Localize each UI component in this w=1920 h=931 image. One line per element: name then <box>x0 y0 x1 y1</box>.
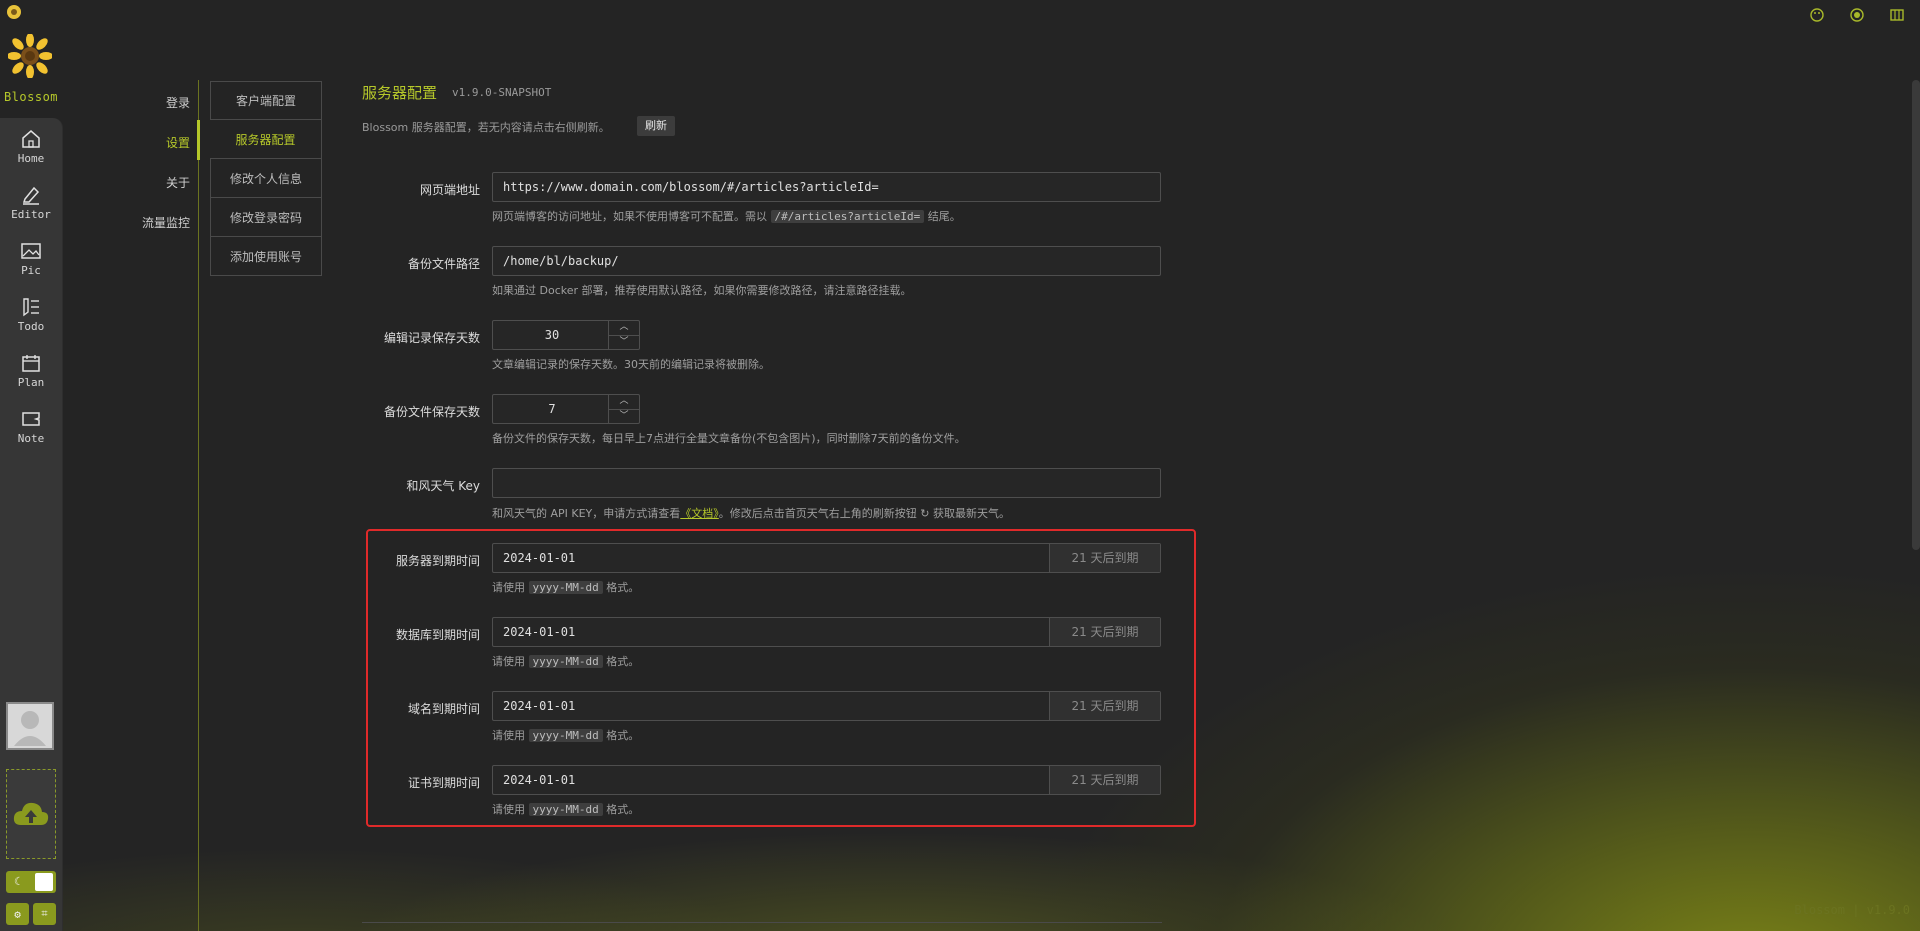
field-label: 备份文件保存天数 <box>383 405 480 419</box>
refresh-button[interactable]: 刷新 <box>637 116 675 136</box>
todo-icon <box>23 298 39 317</box>
avatar[interactable] <box>6 702 54 750</box>
stepper-down-icon[interactable]: ﹀ <box>609 336 639 350</box>
app-logo-small <box>6 4 22 20</box>
field-hint: 备份文件的保存天数，每日早上7点进行全量文章备份(不包含图片)，同时删除7天前的… <box>492 432 966 445</box>
page-version: v1.9.0-SNAPSHOT <box>452 86 552 99</box>
moon-icon: ☾ <box>14 875 21 888</box>
cloud-upload-icon <box>13 802 49 825</box>
expiry-highlight-box <box>366 529 1196 827</box>
menu-item-traffic[interactable]: 流量监控 <box>142 214 190 231</box>
rail-item-todo[interactable]: Todo <box>0 290 62 340</box>
crop-button[interactable]: ⌗ <box>33 903 56 925</box>
footer-version: Blossom | v1.9.0 <box>1794 903 1910 917</box>
stepper-arrows: ︿ ﹀ <box>608 395 639 423</box>
blossom-logo <box>7 33 53 79</box>
theme-toggle[interactable]: ☾ <box>6 871 56 893</box>
rail-item-pic[interactable]: Pic <box>0 234 62 284</box>
hint-text: 。修改后点击首页天气右上角的刷新按钮 <box>718 507 917 520</box>
rail-label: Editor <box>11 208 51 221</box>
rail-label: Pic <box>21 264 41 277</box>
field-label: 网页端地址 <box>419 183 480 197</box>
field-hint: 如果通过 Docker 部署，推荐使用默认路径，如果你需要修改路径，请注意路径挂… <box>492 284 912 297</box>
field-label: 编辑记录保存天数 <box>383 331 480 345</box>
submenu-item-client[interactable]: 客户端配置 <box>210 81 322 120</box>
rail-label: Home <box>17 152 45 165</box>
submenu-item-add-account[interactable]: 添加使用账号 <box>210 237 322 276</box>
calendar-icon <box>22 355 40 372</box>
left-rail: Blossom Home Editor Pic Todo Plan Note ☾… <box>0 28 63 931</box>
menu-item-settings[interactable]: 设置 <box>166 134 190 151</box>
rail-label: Todo <box>17 320 45 333</box>
top-toolbar <box>1808 6 1906 24</box>
settings-gear-button[interactable]: ⚙ <box>6 903 29 925</box>
web-url-input[interactable]: https://www.domain.com/blossom/#/article… <box>492 172 1161 202</box>
rail-item-home[interactable]: Home <box>0 122 62 172</box>
scrollbar[interactable] <box>1912 80 1920 550</box>
palette-icon[interactable] <box>1808 6 1826 24</box>
docs-link[interactable]: 《文档》 <box>680 507 719 520</box>
toggle-knob <box>35 873 53 891</box>
home-icon <box>22 130 40 148</box>
columns-icon[interactable] <box>1888 6 1906 24</box>
rail-item-plan[interactable]: Plan <box>0 346 62 396</box>
hint-text: 获取最新天气。 <box>933 507 1010 520</box>
bottom-divider <box>362 922 1162 923</box>
menu-item-about[interactable]: 关于 <box>166 174 190 191</box>
field-hint: 文章编辑记录的保存天数。30天前的编辑记录将被删除。 <box>492 358 770 371</box>
upload-dropzone[interactable] <box>6 769 56 859</box>
edit-days-stepper[interactable]: 30 ︿ ﹀ <box>492 320 640 350</box>
hint-text: 网页端博客的访问地址，如果不使用博客可不配置。需以 <box>492 210 767 223</box>
picture-icon <box>21 243 41 259</box>
brand-name: Blossom <box>3 90 59 104</box>
submenu-item-password[interactable]: 修改登录密码 <box>210 198 322 237</box>
avatar-icon <box>14 711 46 746</box>
editor-icon <box>22 186 40 205</box>
rail-bottom-actions: ⚙ ⌗ <box>6 903 56 925</box>
refresh-icon: ↻ <box>920 507 930 520</box>
field-hint: 和风天气的 API KEY，申请方式请查看《文档》。修改后点击首页天气右上角的刷… <box>492 505 1010 521</box>
page-description: Blossom 服务器配置，若无内容请点击右侧刷新。 <box>362 121 610 134</box>
settings-submenu: 客户端配置 服务器配置 修改个人信息 修改登录密码 添加使用账号 <box>210 81 322 276</box>
menu-divider <box>198 80 199 931</box>
hint-code: /#/articles?articleId= <box>770 210 925 223</box>
rail-item-note[interactable]: Note <box>0 402 62 452</box>
rail-item-editor[interactable]: Editor <box>0 178 62 228</box>
rail-label: Plan <box>17 376 45 389</box>
page-title: 服务器配置 <box>362 84 438 102</box>
stepper-down-icon[interactable]: ﹀ <box>609 410 639 424</box>
field-label: 和风天气 Key <box>406 479 480 493</box>
backup-path-input[interactable]: /home/bl/backup/ <box>492 246 1161 276</box>
menu-active-indicator <box>197 120 200 160</box>
record-icon[interactable] <box>1848 6 1866 24</box>
note-icon <box>22 412 40 426</box>
stepper-value[interactable]: 7 <box>493 395 611 423</box>
stepper-up-icon[interactable]: ︿ <box>609 321 639 336</box>
field-label: 备份文件路径 <box>407 257 480 271</box>
crop-icon: ⌗ <box>41 907 48 920</box>
hint-text: 和风天气的 API KEY，申请方式请查看 <box>492 507 681 520</box>
submenu-item-server[interactable]: 服务器配置 <box>210 120 322 159</box>
stepper-value[interactable]: 30 <box>493 321 611 349</box>
field-hint: 网页端博客的访问地址，如果不使用博客可不配置。需以 /#/articles?ar… <box>492 208 961 224</box>
backup-days-stepper[interactable]: 7 ︿ ﹀ <box>492 394 640 424</box>
submenu-item-profile[interactable]: 修改个人信息 <box>210 159 322 198</box>
gear-icon: ⚙ <box>14 907 21 921</box>
stepper-arrows: ︿ ﹀ <box>608 321 639 349</box>
stepper-up-icon[interactable]: ︿ <box>609 395 639 410</box>
hint-text: 结尾。 <box>927 210 961 223</box>
menu-item-login[interactable]: 登录 <box>166 94 190 111</box>
weather-key-input[interactable] <box>492 468 1161 498</box>
rail-label: Note <box>17 432 45 445</box>
